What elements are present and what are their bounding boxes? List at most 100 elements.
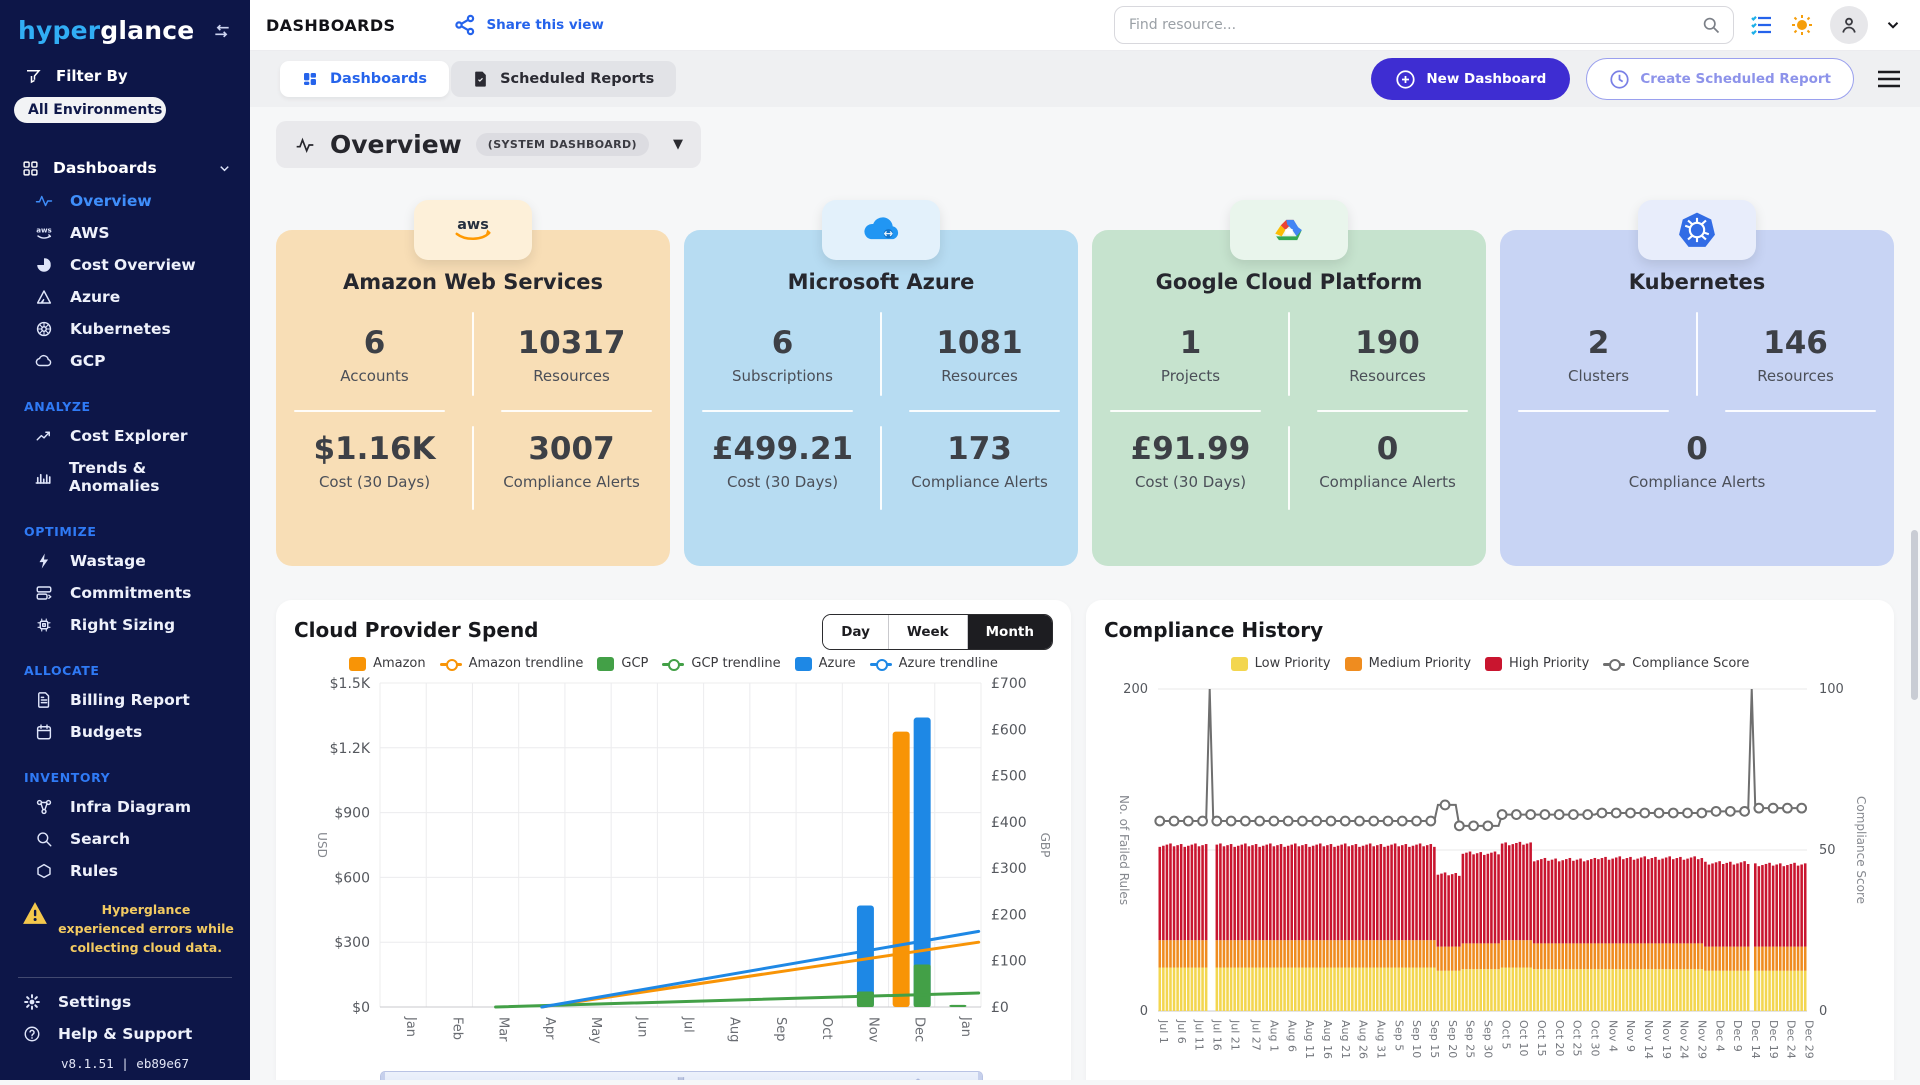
spend-range-toggle: Day Week Month (822, 614, 1053, 650)
create-scheduled-report-button[interactable]: Create Scheduled Report (1586, 58, 1854, 100)
tab-scheduled-reports[interactable]: Scheduled Reports (451, 61, 676, 97)
toggle-week[interactable]: Week (889, 615, 968, 649)
sidebar-nav: Dashboards OverviewawsAWSCost OverviewAz… (0, 133, 250, 887)
sidebar-item-budgets[interactable]: Budgets (0, 716, 250, 748)
sidebar-collapse-icon[interactable] (212, 21, 232, 41)
compliance-legend: Low Priority Medium Priority High Priority… (1104, 656, 1876, 671)
svg-text:50: 50 (1819, 843, 1836, 858)
legend-item[interactable]: Medium Priority (1345, 656, 1471, 671)
spend-chart-scrollbar[interactable]: ▤ (380, 1071, 983, 1080)
svg-text:Aug 26: Aug 26 (1357, 1020, 1370, 1059)
legend-item[interactable]: Azure trendline (870, 656, 998, 671)
charts-row: Cloud Provider Spend Day Week Month Amaz… (276, 600, 1894, 1080)
trendline-marker (1603, 659, 1625, 669)
new-dashboard-button[interactable]: New Dashboard (1371, 58, 1570, 100)
scrollbar-left-handle[interactable] (381, 1072, 385, 1080)
toggle-day[interactable]: Day (823, 615, 889, 649)
sidebar-item-wastage[interactable]: Wastage (0, 545, 250, 577)
page-scrollbar-thumb[interactable] (1911, 530, 1918, 700)
svg-text:Aug 21: Aug 21 (1339, 1020, 1352, 1059)
svg-text:Nov 19: Nov 19 (1660, 1020, 1673, 1059)
svg-text:£600: £600 (991, 722, 1027, 738)
sidebar-item-gcp[interactable]: GCP (0, 345, 250, 377)
legend-item[interactable]: GCP trendline (662, 656, 780, 671)
legend-item[interactable]: GCP (597, 656, 648, 671)
trend-up-icon (34, 427, 54, 445)
aws-logo: aws (414, 200, 532, 260)
search-input[interactable] (1127, 16, 1701, 34)
sidebar-item-infra-diagram[interactable]: Infra Diagram (0, 791, 250, 823)
svg-text:Sep 25: Sep 25 (1464, 1020, 1477, 1058)
svg-text:Oct: Oct (819, 1017, 834, 1039)
section-title-inventory: INVENTORY (0, 748, 250, 791)
svg-text:£400: £400 (991, 815, 1027, 831)
pulse-icon (34, 192, 54, 210)
sidebar-item-cost-explorer[interactable]: Cost Explorer (0, 420, 250, 452)
sidebar-item-dashboards[interactable]: Dashboards (0, 151, 250, 185)
svg-text:$600: $600 (334, 870, 370, 886)
svg-text:Apr: Apr (542, 1017, 557, 1040)
share-view-button[interactable]: Share this view (453, 13, 603, 37)
stat-compliance-alerts: 0 Compliance Alerts (1500, 416, 1894, 506)
svg-text:Aug 1: Aug 1 (1268, 1020, 1281, 1052)
diagram-icon (34, 798, 54, 816)
svg-text:Sep: Sep (773, 1017, 788, 1042)
provider-card-microsoft-azure: Microsoft Azure 6 Subscriptions 1081 Res… (684, 230, 1078, 566)
bolt-icon (34, 552, 54, 570)
filter-icon (24, 67, 42, 85)
svg-text:Oct 20: Oct 20 (1553, 1020, 1566, 1057)
sidebar-item-overview[interactable]: Overview (0, 185, 250, 217)
svg-text:$1.5K: $1.5K (330, 676, 371, 692)
sidebar-item-help-support[interactable]: Help & Support (0, 1018, 250, 1050)
sidebar-item-settings[interactable]: Settings (0, 986, 250, 1018)
user-avatar[interactable] (1830, 6, 1868, 44)
svg-text:£200: £200 (991, 907, 1027, 923)
legend-item[interactable]: Low Priority (1231, 656, 1331, 671)
sidebar-item-aws[interactable]: awsAWS (0, 217, 250, 249)
search-icon[interactable] (1701, 15, 1721, 35)
legend-item[interactable]: High Priority (1485, 656, 1589, 671)
sidebar-item-search[interactable]: Search (0, 823, 250, 855)
dashboard-selector[interactable]: Overview (SYSTEM DASHBOARD) ▼ (276, 121, 701, 168)
account-chevron-icon[interactable] (1884, 16, 1902, 34)
legend-item[interactable]: Amazon (349, 656, 426, 671)
cloud-icon (34, 352, 54, 370)
svg-text:GBP: GBP (1038, 833, 1052, 858)
svg-text:Nov 29: Nov 29 (1695, 1020, 1708, 1059)
legend-item[interactable]: Azure (795, 656, 856, 671)
svg-text:Jul 11: Jul 11 (1193, 1019, 1206, 1051)
sidebar-item-right-sizing[interactable]: Right Sizing (0, 609, 250, 641)
chevron-down-icon[interactable] (217, 161, 232, 176)
sidebar-item-cost-overview[interactable]: Cost Overview (0, 249, 250, 281)
svg-text:Oct 10: Oct 10 (1517, 1020, 1530, 1057)
sidebar-item-rules[interactable]: Rules (0, 855, 250, 887)
task-list-icon[interactable] (1750, 14, 1774, 36)
svg-text:Aug 11: Aug 11 (1303, 1020, 1316, 1059)
svg-text:May: May (588, 1017, 603, 1044)
aws-icon: aws (34, 224, 54, 242)
toggle-month[interactable]: Month (968, 615, 1052, 649)
sidebar-item-trends-anomalies[interactable]: Trends & Anomalies (0, 452, 250, 502)
filter-by[interactable]: Filter By (0, 51, 250, 95)
tab-dashboards[interactable]: Dashboards (280, 61, 449, 97)
spend-legend: Amazon Amazon trendline GCP GCP trendline Az… (294, 656, 1053, 671)
sidebar-item-billing-report[interactable]: Billing Report (0, 684, 250, 716)
scrollbar-right-handle[interactable] (978, 1072, 982, 1080)
theme-sun-icon[interactable] (1790, 13, 1814, 37)
azure-logo (822, 200, 940, 260)
dashboards-tab-icon (302, 71, 318, 87)
share-icon (453, 13, 477, 37)
stat-resources: 10317 Resources (473, 310, 670, 400)
sidebar-item-commitments[interactable]: Commitments (0, 577, 250, 609)
warning-icon (22, 901, 48, 925)
legend-item[interactable]: Amazon trendline (440, 656, 584, 671)
environment-selector[interactable]: All Environments (14, 97, 166, 123)
sidebar-item-kubernetes[interactable]: Kubernetes (0, 313, 250, 345)
svg-text:Compliance Score: Compliance Score (1854, 796, 1868, 904)
svg-text:Aug 31: Aug 31 (1375, 1020, 1388, 1059)
dashboard-caret-icon[interactable]: ▼ (673, 137, 683, 152)
menu-hamburger-icon[interactable] (1876, 69, 1902, 89)
legend-item[interactable]: Compliance Score (1603, 656, 1749, 671)
report-doc-icon (473, 71, 488, 87)
sidebar-item-azure[interactable]: Azure (0, 281, 250, 313)
